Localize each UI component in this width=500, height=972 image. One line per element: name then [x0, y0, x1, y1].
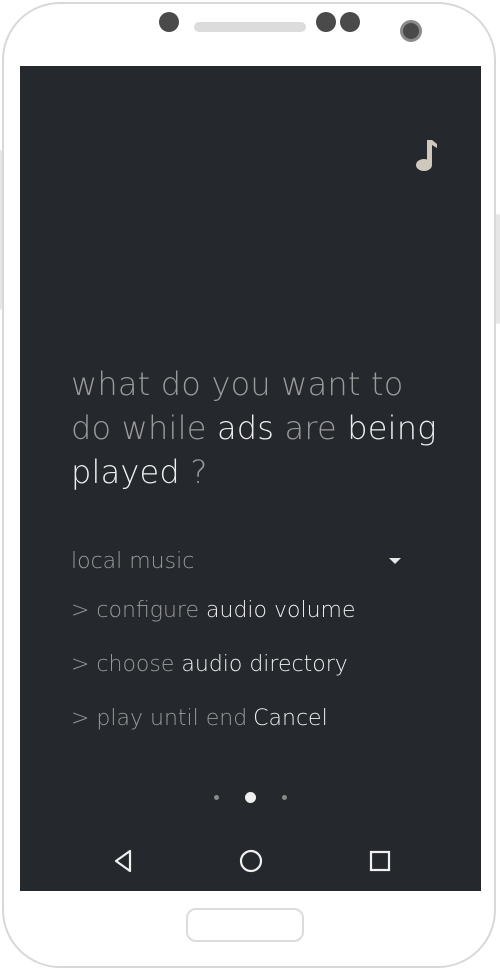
title-text: ? — [179, 453, 208, 491]
recents-icon[interactable] — [365, 846, 395, 876]
title-highlight-ads: ads — [216, 409, 275, 447]
system-nav-bar — [20, 836, 481, 886]
home-icon[interactable] — [236, 846, 266, 876]
back-icon[interactable] — [108, 846, 138, 876]
earpiece-speaker — [194, 22, 306, 32]
app-screen: what do you want to do while ads are bei… — [20, 66, 481, 891]
hardware-home-button[interactable] — [186, 908, 304, 942]
page-dot[interactable] — [214, 795, 219, 800]
page-dot-active[interactable] — [245, 792, 256, 803]
sensor-icon — [340, 12, 360, 32]
option-highlight: audio directory — [181, 652, 348, 677]
volume-button — [496, 214, 500, 324]
play-until-end-row: > play until end Cancel — [71, 706, 328, 731]
configure-audio-volume-link[interactable]: > configure audio volume — [71, 598, 356, 623]
music-note-icon[interactable] — [414, 138, 438, 172]
title-text: are — [274, 409, 348, 447]
power-button — [0, 150, 2, 310]
sensor-icon — [159, 12, 179, 32]
option-highlight: audio volume — [206, 598, 356, 623]
play-until-end-label[interactable]: > play until end — [71, 706, 247, 731]
option-prefix: > configure — [71, 598, 207, 623]
choose-audio-directory-link[interactable]: > choose audio directory — [71, 652, 348, 677]
page-indicator — [20, 792, 481, 803]
sensor-icon — [316, 12, 336, 32]
page-dot[interactable] — [282, 795, 287, 800]
cancel-button[interactable]: Cancel — [253, 706, 328, 731]
front-camera-icon — [400, 20, 422, 42]
dropdown-selected-value: local music — [71, 548, 195, 574]
page-title: what do you want to do while ads are bei… — [71, 362, 451, 494]
option-prefix: > choose — [71, 652, 182, 677]
mode-dropdown[interactable]: local music — [71, 546, 401, 576]
chevron-down-icon — [389, 558, 401, 564]
